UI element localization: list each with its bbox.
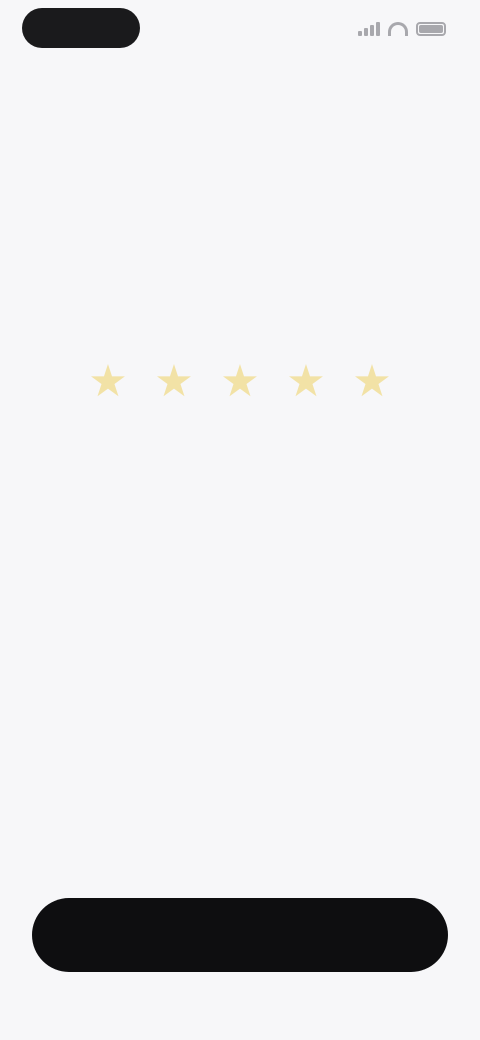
signal-icon [358,22,380,36]
star-icon[interactable]: ★ [216,358,264,406]
battery-level [419,25,443,33]
rating-screen: ★ ★ ★ ★ ★ [0,0,480,1040]
star-icon[interactable]: ★ [150,358,198,406]
battery-icon [416,22,446,36]
status-icons [350,20,446,38]
star-icon[interactable]: ★ [282,358,330,406]
star-rating[interactable]: ★ ★ ★ ★ ★ [0,358,480,406]
status-bar [0,0,480,60]
wifi-icon [388,22,408,36]
primary-action-button[interactable] [32,898,448,972]
star-icon[interactable]: ★ [348,358,396,406]
star-icon[interactable]: ★ [84,358,132,406]
status-time [22,8,140,48]
